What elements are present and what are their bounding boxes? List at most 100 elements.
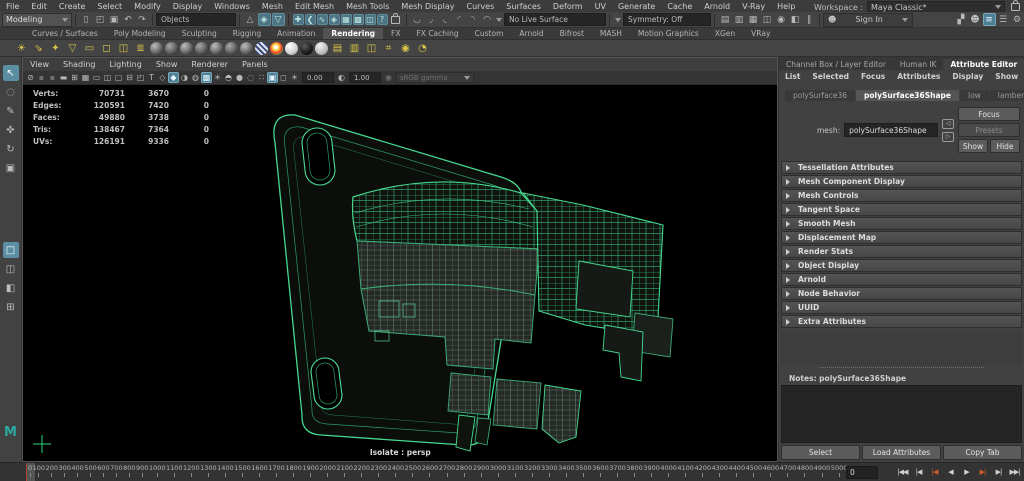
shelf-tab[interactable]: MASH [592,28,630,39]
attribute-editor-menu-item[interactable]: Display [946,72,989,81]
menu-item[interactable]: Modify [128,2,167,11]
safe-action-icon[interactable]: ◰ [135,72,146,83]
isolate-select-icon[interactable]: ▣ [267,72,278,83]
snap-magnet-plane-icon[interactable]: ◝ [467,13,480,26]
node-tab[interactable]: lambert7 [989,90,1024,101]
shelf-tab[interactable]: Animation [269,28,323,39]
menu-item[interactable]: Surfaces [500,2,547,11]
phonge-sphere-icon[interactable] [225,41,238,55]
gamma-field[interactable]: 1.00 [349,72,381,83]
clapboard-camera-icon[interactable]: ⌗ [381,41,396,56]
menu-item[interactable]: UV [589,2,612,11]
viewport-menu-item[interactable]: Lighting [102,60,148,69]
viewport-menu-item[interactable]: Shading [56,60,103,69]
attribute-editor-menu-item[interactable]: Attributes [891,72,946,81]
ibl-icon[interactable]: ≣ [133,41,148,56]
render-view-icon[interactable]: ▤ [330,41,345,56]
lighting-icon[interactable]: ☀ [212,72,223,83]
toon-sphere-icon[interactable] [240,41,253,55]
viewport-menu-item[interactable]: Panels [235,60,275,69]
gamma-icon[interactable]: ◐ [336,72,347,83]
attribute-editor-menu-item[interactable]: Selected [806,72,855,81]
layout-single-pane-icon[interactable]: □ [2,242,19,258]
lock-icon[interactable] [391,12,400,24]
go-to-start-button[interactable]: |◀◀ [895,465,910,478]
snap-together-icon[interactable]: ◫ [364,14,376,25]
shelf-tab[interactable]: Motion Graphics [630,28,707,39]
select-camera-icon[interactable]: ⊘ [25,72,36,83]
modeling-toolkit-icon[interactable]: ▞ [955,13,968,26]
snap-magnet-point-icon[interactable]: ◟ [439,13,452,26]
hide-button[interactable]: Hide [990,139,1020,153]
tool-settings-icon[interactable]: ⚙ [1011,13,1024,26]
chevron-down-icon[interactable] [615,17,621,22]
area-light-icon[interactable]: ▭ [82,41,97,56]
menu-item[interactable]: Mesh [256,2,289,11]
shelf-tab[interactable]: Sculpting [174,28,225,39]
input-connections-icon[interactable]: ◁ [942,118,954,129]
viewport-menu-item[interactable]: Renderer [184,60,235,69]
menu-item[interactable]: Windows [208,2,256,11]
paint-select-tool-icon[interactable]: ✎ [3,103,19,119]
scale-tool-icon[interactable]: ▣ [3,160,19,176]
step-back-key-button[interactable]: |◀ [927,465,942,478]
node-tab[interactable]: polySurface36Shape [856,90,959,101]
output-connections-icon[interactable]: ▷ [942,131,954,142]
mesh-name-field[interactable]: polySurface36Shape [844,123,938,137]
occlusion-icon[interactable]: ● [234,72,245,83]
selection-mask-selector[interactable]: Objects [156,13,236,26]
attribute-section-header[interactable]: UUID [781,301,1022,314]
color-management-icon[interactable]: ◉ [383,72,394,83]
node-tab[interactable]: low [959,90,989,101]
volume-light-icon[interactable]: ◻ [99,41,114,56]
select-button[interactable]: Select [781,445,860,460]
menu-item[interactable]: Mesh Display [395,2,460,11]
redo-icon[interactable]: ↷ [136,13,149,26]
layout-two-pane-icon[interactable]: ◫ [3,261,19,277]
viewport-menu-item[interactable]: Show [149,60,185,69]
snap-to-view-planes-icon[interactable]: ▦ [340,14,352,25]
sign-in-selector[interactable]: ☻ Sign In [823,12,913,27]
node-tab[interactable]: polySurface36 [785,90,855,101]
gray-material-sphere-icon[interactable] [315,41,328,55]
snap-to-projected-center-icon[interactable]: ◈ [328,14,340,25]
render-gauge-icon[interactable]: ◔ [415,41,430,56]
notes-textarea[interactable] [781,385,1022,443]
copy-tab-button[interactable]: Copy Tab [943,445,1022,460]
viewport-canvas[interactable]: Verts: 70731 3670 0 Edges: 120591 7420 0… [23,85,777,461]
exposure-icon[interactable]: ☀ [289,72,300,83]
symmetry-selector[interactable]: Symmetry: Off [623,13,711,26]
xray-icon[interactable]: ◻ [278,72,289,83]
move-tool-icon[interactable]: ✜ [3,122,19,138]
undo-icon[interactable]: ↶ [122,13,135,26]
shadows-icon[interactable]: ◓ [223,72,234,83]
menu-item[interactable]: Edit [25,2,53,11]
save-scene-icon[interactable]: ▣ [108,13,121,26]
lasso-tool-icon[interactable]: ◌ [3,84,19,100]
play-backwards-button[interactable]: ◀ [943,465,958,478]
anisotropic-sphere-icon[interactable] [165,41,178,55]
channel-box-icon[interactable]: ☰ [997,13,1010,26]
load-attributes-button[interactable]: Load Attributes [862,445,941,460]
viewport-menu-item[interactable]: View [23,60,56,69]
clapboard-settings-icon[interactable]: ◉ [398,41,413,56]
attribute-section-header[interactable]: Smooth Mesh [781,217,1022,230]
shelf-tab[interactable]: Rigging [225,28,269,39]
shelf-tab[interactable]: Curves / Surfaces [24,28,106,39]
gate-mask-icon[interactable]: ▢ [113,72,124,83]
select-hierarchy-icon[interactable]: △ [244,13,257,26]
step-back-frame-button[interactable]: |◀ [911,465,926,478]
ambient-light-icon[interactable]: ☀ [14,41,29,56]
menu-item[interactable]: Help [771,2,801,11]
use-default-material-icon[interactable]: ◍ [190,72,201,83]
sidebar-panel-tab[interactable]: Attribute Editor [943,59,1024,70]
shelf-tab[interactable]: XGen [707,28,743,39]
create-camera-icon[interactable]: ◫ [116,41,131,56]
safe-title-icon[interactable]: T [146,72,157,83]
focus-button[interactable]: Focus [958,107,1020,121]
batch-render-icon[interactable]: ▥ [347,41,362,56]
menu-item[interactable]: Curves [460,2,500,11]
snap-magnet-curve-icon[interactable]: ◞ [425,13,438,26]
attribute-editor-menu-item[interactable]: List [779,72,806,81]
shelf-tab[interactable]: Custom [467,28,512,39]
